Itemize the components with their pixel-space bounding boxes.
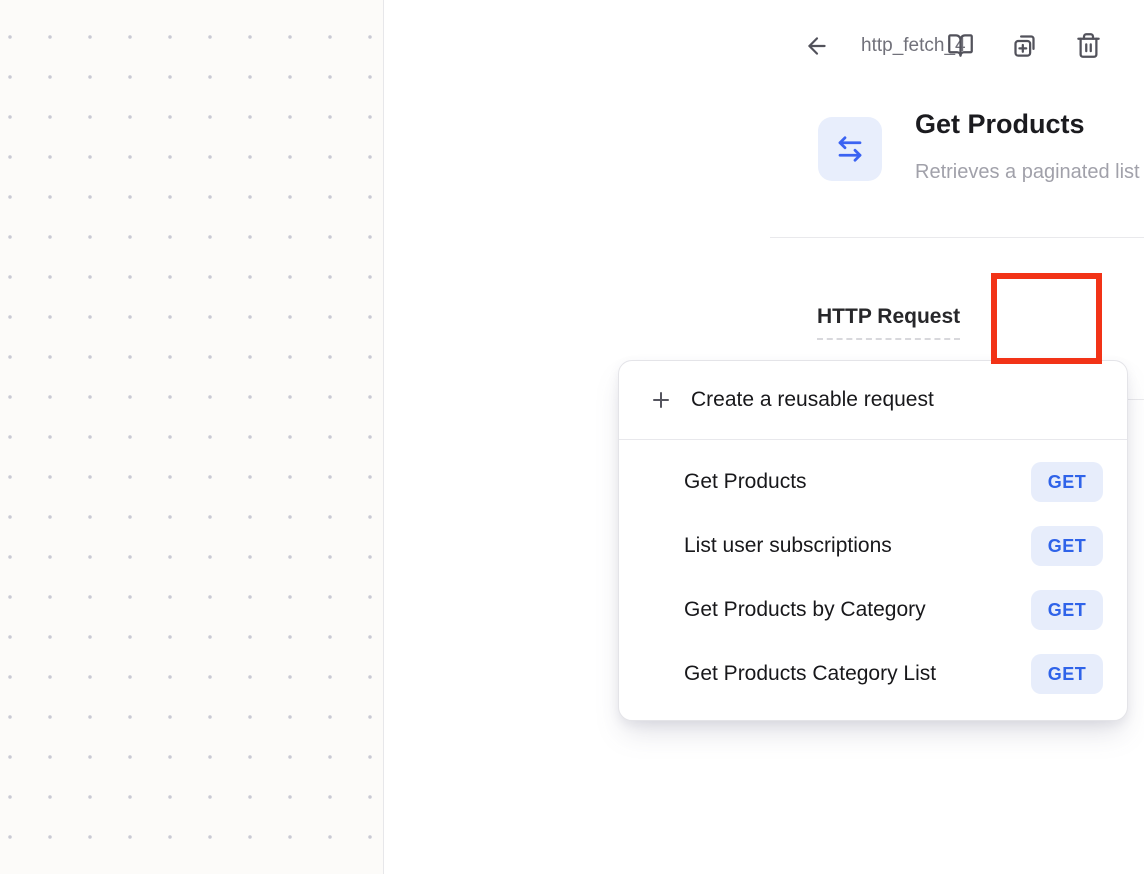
delete-button[interactable]: [1074, 31, 1102, 59]
create-reusable-request-item[interactable]: Create a reusable request: [619, 361, 1127, 440]
node-description: Retrieves a paginated list of products f…: [915, 161, 1144, 184]
request-list-item[interactable]: Get Products by Category GET: [619, 578, 1127, 642]
arrow-left-icon: [804, 33, 830, 59]
divider: [770, 237, 1144, 238]
request-item-label: Get Products Category List: [684, 662, 936, 686]
method-badge: GET: [1031, 462, 1103, 502]
create-reusable-request-label: Create a reusable request: [691, 388, 934, 412]
method-badge: GET: [1031, 526, 1103, 566]
request-list-item[interactable]: Get Products Category List GET: [619, 642, 1127, 706]
back-button[interactable]: [802, 31, 832, 61]
docs-button[interactable]: [946, 31, 974, 59]
panel-header: http_fetch_4: [385, 0, 1144, 90]
method-badge: GET: [1031, 590, 1103, 630]
node-type-icon-tile: [818, 117, 882, 181]
http-request-section-label: HTTP Request: [817, 305, 960, 340]
request-item-label: Get Products: [684, 470, 807, 494]
request-list: Get Products GET List user subscriptions…: [619, 440, 1127, 720]
duplicate-button[interactable]: [1010, 31, 1038, 59]
plus-icon: [649, 388, 673, 412]
reusable-request-dropdown-menu: Create a reusable request Get Products G…: [618, 360, 1128, 721]
node-title: Get Products: [915, 109, 1085, 140]
arrow-right-left-icon: [835, 134, 865, 164]
copy-plus-icon: [1011, 32, 1038, 59]
book-open-icon: [947, 32, 974, 59]
flow-canvas[interactable]: [0, 0, 384, 874]
request-item-label: List user subscriptions: [684, 534, 892, 558]
request-item-label: Get Products by Category: [684, 598, 926, 622]
trash-icon: [1075, 32, 1102, 59]
header-actions: [946, 31, 1102, 59]
request-list-item[interactable]: List user subscriptions GET: [619, 514, 1127, 578]
method-badge: GET: [1031, 654, 1103, 694]
request-list-item[interactable]: Get Products GET: [619, 450, 1127, 514]
